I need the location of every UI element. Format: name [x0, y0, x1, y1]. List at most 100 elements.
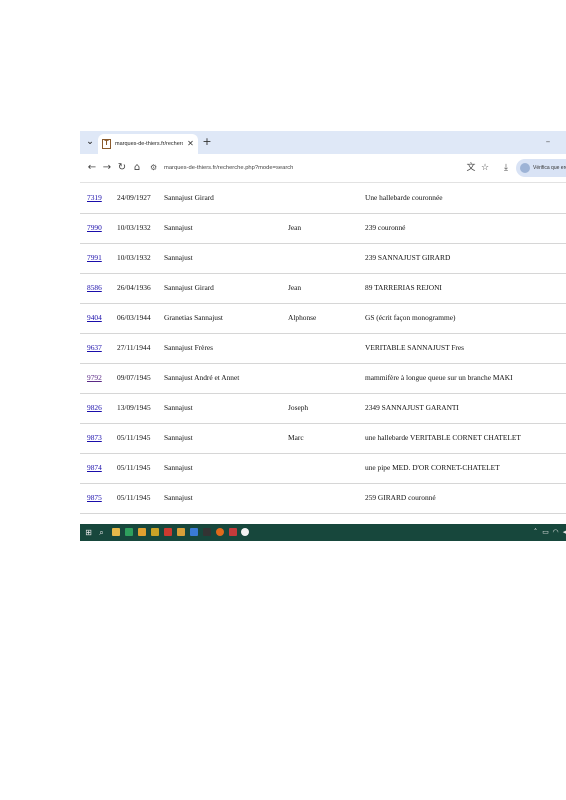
mark-description: 89 TARRERIAS REJONI [365, 513, 565, 524]
owner-name: Sannajust [164, 223, 193, 232]
mark-description: 239 SANNAJUST GIRARD [365, 253, 451, 262]
mark-description: mammifère à longue queue sur un branche … [365, 373, 513, 382]
record-number-link[interactable]: 7991 [87, 243, 109, 273]
registration-date: 06/03/1944 [117, 313, 151, 322]
owner-first-name: Jean [288, 283, 302, 292]
mark-description: 259 GIRARD couronné [365, 493, 436, 502]
owner-name: Sannajust Frères [164, 343, 214, 352]
firefox-icon[interactable] [216, 528, 224, 536]
taskbar-app-red-icon[interactable] [164, 528, 172, 536]
owner-first-name: Joseph [288, 403, 309, 412]
table-row: 9404 06/03/1944 Granetias Sannajust Alphons… [80, 303, 566, 334]
owner-first-name [288, 453, 348, 483]
mark-description: VERITABLE SANNAJUST Fres [365, 343, 465, 352]
owner-first-name [288, 183, 348, 213]
profile-label: Vérifica que eres [533, 165, 566, 171]
record-number-link[interactable]: 9826 [87, 393, 109, 423]
table-row: 9792 09/07/1945 Sannajust André et Annet ma… [80, 363, 566, 394]
taskbar-app-cone-icon[interactable] [138, 528, 146, 536]
profile-chip[interactable]: Vérifica que eres [516, 159, 566, 177]
taskbar-app-blue-icon[interactable] [190, 528, 198, 536]
forward-arrow-icon[interactable]: → [101, 162, 113, 174]
owner-first-name [288, 363, 348, 393]
registration-date: 10/03/1932 [117, 223, 151, 232]
chrome-icon[interactable] [241, 528, 249, 536]
browser-window: ⌄ T marques-de-thiers.fr/recherche. ✕ + … [80, 131, 566, 541]
windows-start-icon[interactable]: ⊞ [83, 527, 94, 538]
tray-volume-icon[interactable]: ◂ [560, 527, 566, 538]
mark-description: 239 couronné [365, 223, 406, 232]
close-tab-icon[interactable]: ✕ [186, 139, 195, 149]
owner-name: Sannajust [164, 463, 193, 472]
mark-description: 2349 SANNAJUST GARANTI [365, 403, 459, 412]
site-settings-icon[interactable]: ⚙ [150, 162, 160, 174]
table-row: 9873 05/11/1945 Sannajust Marc une hallebard… [80, 423, 566, 454]
registration-date: 24/09/1927 [117, 193, 151, 202]
reload-icon[interactable]: ↻ [116, 162, 128, 174]
record-number-link[interactable]: 9792 [87, 363, 109, 393]
owner-name: Sannajust [164, 493, 193, 502]
results-table: 7319 24/09/1927 Sannajust Girard Une halleb… [80, 183, 566, 524]
download-icon[interactable]: ⤓ [500, 162, 512, 174]
table-row: 8586 26/04/1936 Sannajust Girard Jean 89 TAR… [80, 273, 566, 304]
record-number-link[interactable]: 9875 [87, 483, 109, 513]
record-number-link[interactable]: 9637 [87, 333, 109, 363]
mark-description: 89 TARRERIAS REJONI [365, 283, 442, 292]
tray-wifi-icon[interactable]: ◠ [551, 527, 560, 538]
back-arrow-icon[interactable]: ← [86, 162, 98, 174]
new-tab-button[interactable]: + [201, 136, 213, 148]
owner-first-name: Marc [288, 433, 304, 442]
taskbar-app-folder-icon[interactable] [177, 528, 185, 536]
tab-search-chevron-down-icon[interactable]: ⌄ [84, 136, 96, 148]
owner-first-name [288, 513, 348, 524]
owner-first-name: Jean [288, 223, 302, 232]
mark-description: une hallebarde VERITABLE CORNET CHATELET [365, 433, 521, 442]
table-row: 7991 10/03/1932 Sannajust 239 SANNAJUST GIR… [80, 243, 566, 274]
owner-name: Sannajust [164, 253, 193, 262]
taskbar-app-yellow-icon[interactable] [151, 528, 159, 536]
owner-name: Sannajust [164, 433, 193, 442]
browser-toolbar: ← → ↻ ⌂ ⚙ marques-de-thiers.fr/recherche… [80, 154, 566, 183]
registration-date: 05/11/1945 [117, 463, 151, 472]
record-number-link[interactable]: 9876 [87, 513, 109, 524]
table-row: 9637 27/11/1944 Sannajust Frères VERITABLE … [80, 333, 566, 364]
taskbar-app-red2-icon[interactable] [229, 528, 237, 536]
translate-icon[interactable]: 文 [465, 162, 477, 174]
address-bar[interactable]: ⚙ marques-de-thiers.fr/recherche.php?mod… [142, 158, 482, 178]
registration-date: 05/11/1945 [117, 433, 151, 442]
record-number-link[interactable]: 9404 [87, 303, 109, 333]
browser-tab[interactable]: T marques-de-thiers.fr/recherche. ✕ [98, 134, 198, 154]
taskbar-app-green-icon[interactable] [125, 528, 133, 536]
record-number-link[interactable]: 7990 [87, 213, 109, 243]
tray-network-icon[interactable]: ▭ [541, 527, 550, 538]
table-row: 9876 05/11/1945 Sannajust 89 TARRERIAS REJO… [80, 513, 566, 524]
file-explorer-icon[interactable] [112, 528, 120, 536]
record-number-link[interactable]: 9874 [87, 453, 109, 483]
bookmark-star-icon[interactable]: ☆ [479, 162, 491, 174]
table-row: 9874 05/11/1945 Sannajust une pipe MED. D'O… [80, 453, 566, 484]
registration-date: 26/04/1936 [117, 283, 151, 292]
taskbar-search-icon[interactable]: ⌕ [96, 527, 107, 538]
url-text[interactable]: marques-de-thiers.fr/recherche.php?mode=… [164, 162, 364, 174]
record-number-link[interactable]: 7319 [87, 183, 109, 213]
record-number-link[interactable]: 9873 [87, 423, 109, 453]
owner-name: Sannajust Girard [164, 283, 214, 292]
mark-description: une pipe MED. D'OR CORNET-CHATELET [365, 463, 500, 472]
record-number-link[interactable]: 8586 [87, 273, 109, 303]
registration-date: 10/03/1932 [117, 253, 151, 262]
minimize-window-button[interactable]: – [542, 136, 554, 148]
taskbar-app-dark-icon[interactable] [203, 528, 211, 536]
owner-name: Sannajust Girard [164, 193, 214, 202]
site-favicon-icon: T [102, 139, 111, 149]
owner-name: Sannajust [164, 513, 282, 524]
table-row: 9826 13/09/1945 Sannajust Joseph 2349 SANNAJ… [80, 393, 566, 424]
owner-first-name: Alphonse [288, 313, 317, 322]
owner-first-name [288, 243, 348, 273]
mark-description: GS (écrit façon monogramme) [365, 313, 456, 322]
registration-date: 09/07/1945 [117, 373, 151, 382]
registration-date: 27/11/1944 [117, 343, 151, 352]
registration-date: 05/11/1945 [117, 493, 151, 502]
owner-first-name [288, 333, 348, 363]
profile-avatar-icon [520, 163, 530, 173]
tray-chevron-up-icon[interactable]: ˄ [531, 527, 540, 538]
